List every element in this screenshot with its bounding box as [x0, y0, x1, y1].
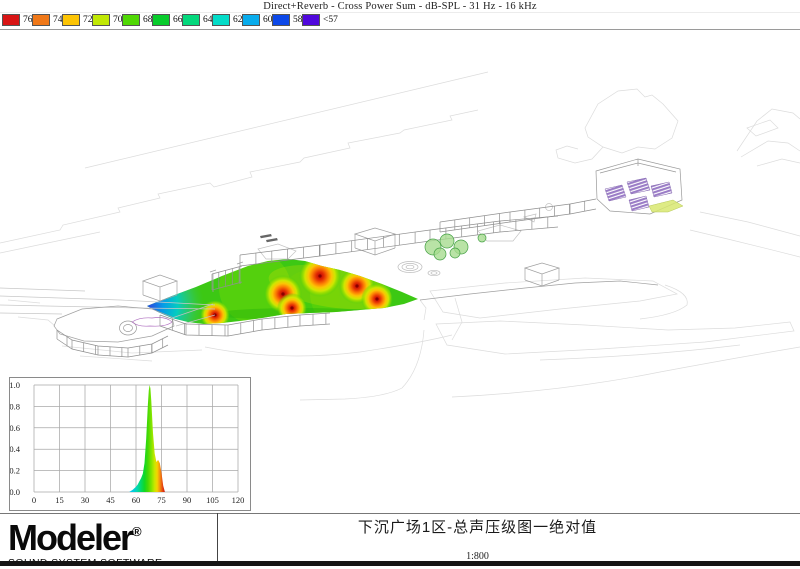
histogram-axis-labels: 0 15 30 45 60 75 90 105 120 1.0 0.8 0.6 0.4 0.2 0.0: [10, 380, 244, 505]
legend-swatch: [242, 14, 260, 26]
bottom-border-bar: [0, 561, 800, 566]
histogram-panel: 0 15 30 45 60 75 90 105 120 1.0 0.8 0.6 0.4 0.2 0.0: [9, 377, 251, 511]
legend-swatch: [212, 14, 230, 26]
legend-swatch: [152, 14, 170, 26]
svg-text:105: 105: [206, 495, 219, 505]
legend-item: <57: [302, 14, 332, 26]
legend-item: 60: [242, 14, 272, 26]
drawing-title: 下沉广场1区-总声压级图一绝对值: [220, 516, 735, 537]
legend-item: 62: [212, 14, 242, 26]
legend-label: <57: [323, 15, 338, 25]
footer-divider: [217, 513, 218, 561]
legend-item: 72: [62, 14, 92, 26]
svg-text:120: 120: [232, 495, 245, 505]
legend-item: 76: [2, 14, 32, 26]
svg-text:75: 75: [157, 495, 166, 505]
logo-wordmark: Modeler®: [8, 514, 213, 556]
svg-text:0.8: 0.8: [10, 401, 20, 411]
legend-swatch: [272, 14, 290, 26]
svg-text:1.0: 1.0: [10, 380, 20, 390]
legend-swatch: [122, 14, 140, 26]
legend-item: 74: [32, 14, 62, 26]
legend-swatch: [32, 14, 50, 26]
legend-swatch: [302, 14, 320, 26]
legend-item: 70: [92, 14, 122, 26]
legend-swatch: [2, 14, 20, 26]
legend-item: 66: [152, 14, 182, 26]
svg-text:0.6: 0.6: [10, 423, 20, 433]
svg-text:0.4: 0.4: [10, 444, 21, 454]
svg-text:0.2: 0.2: [10, 466, 20, 476]
page-title: Direct+Reverb - Cross Power Sum - dB-SPL…: [0, 1, 800, 12]
legend-item: 64: [182, 14, 212, 26]
svg-text:60: 60: [132, 495, 141, 505]
legend-item: 68: [122, 14, 152, 26]
legend: 76747270686664626058<57: [2, 14, 332, 26]
svg-text:45: 45: [106, 495, 115, 505]
legend-item: 58: [272, 14, 302, 26]
histogram-area: [129, 385, 165, 492]
histogram-grid: [34, 385, 238, 492]
plaza-wireframe: [0, 159, 682, 342]
svg-text:90: 90: [183, 495, 192, 505]
drawing-title-block: 下沉广场1区-总声压级图一绝对值 1:800: [220, 516, 735, 562]
svg-text:0: 0: [32, 495, 36, 505]
svg-text:0.0: 0.0: [10, 487, 20, 497]
header-underline: [0, 12, 800, 13]
svg-text:30: 30: [81, 495, 90, 505]
trees: [425, 200, 683, 260]
svg-text:15: 15: [55, 495, 64, 505]
histogram-chart: 0 15 30 45 60 75 90 105 120 1.0 0.8 0.6 0.4 0.2 0.0: [10, 378, 248, 508]
registered-mark: ®: [132, 524, 142, 539]
legend-swatch: [92, 14, 110, 26]
legend-swatch: [62, 14, 80, 26]
legend-swatch: [182, 14, 200, 26]
spl-color-map: [84, 240, 430, 372]
header-separator: [0, 29, 800, 30]
background-outlines: [0, 72, 800, 400]
